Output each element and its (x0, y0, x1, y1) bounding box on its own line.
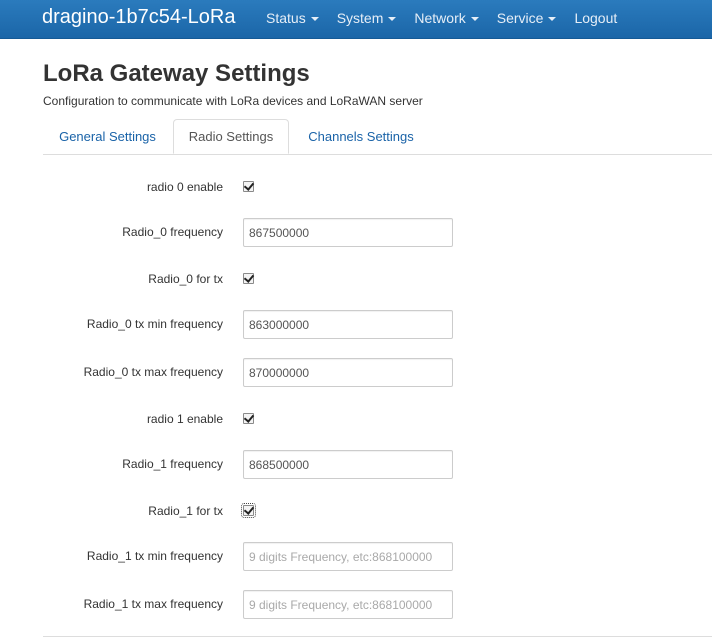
nav-item-label: Service (496, 10, 544, 26)
field-label: Radio_1 frequency (122, 457, 223, 471)
radio1-enable-checkbox[interactable] (243, 412, 255, 424)
nav-item-label: Logout (574, 10, 618, 26)
field-label: radio 1 enable (146, 412, 223, 426)
radio1-tx-max-input[interactable] (243, 590, 453, 619)
nav-item-label: Network (414, 10, 466, 26)
checkmark-icon (243, 504, 255, 515)
caret-down-icon (310, 16, 319, 21)
field-label: Radio_0 frequency (122, 225, 223, 239)
radio0-frequency-input[interactable] (243, 218, 453, 247)
page-description: Configuration to communicate with LoRa d… (43, 94, 423, 108)
nav-item-network[interactable]: Network (405, 0, 487, 36)
brand-title[interactable]: dragino-1b7c54-LoRa (42, 5, 235, 29)
nav-item-system[interactable]: System (328, 0, 406, 36)
field-label: Radio_0 for tx (148, 272, 223, 286)
tab-general-settings[interactable]: General Settings (43, 119, 172, 154)
field-label: Radio_1 tx min frequency (86, 549, 223, 563)
caret-down-icon (548, 16, 557, 21)
checkmark-icon (243, 272, 255, 283)
radio1-tx-min-input[interactable] (243, 542, 453, 571)
tab-radio-settings[interactable]: Radio Settings (173, 119, 289, 154)
field-label: Radio_1 for tx (148, 504, 223, 518)
checkmark-icon (243, 180, 255, 191)
top-navbar: dragino-1b7c54-LoRa Status System Networ… (0, 0, 712, 39)
nav-item-service[interactable]: Service (488, 0, 566, 36)
caret-down-icon (388, 16, 397, 21)
radio0-tx-checkbox[interactable] (243, 272, 255, 284)
nav-item-label: Status (266, 10, 306, 26)
checkmark-icon (243, 412, 255, 423)
nav-item-status[interactable]: Status (257, 0, 328, 36)
tab-channels-settings[interactable]: Channels Settings (290, 119, 432, 154)
radio1-tx-checkbox[interactable] (241, 503, 256, 518)
field-label: Radio_1 tx max frequency (83, 597, 223, 611)
radio0-enable-checkbox[interactable] (243, 180, 255, 192)
radio1-frequency-input[interactable] (243, 450, 453, 479)
field-label: radio 0 enable (146, 180, 223, 194)
tabs-divider (43, 154, 712, 155)
radio0-tx-min-input[interactable] (243, 310, 453, 339)
nav-item-logout[interactable]: Logout (565, 0, 626, 36)
section-divider (43, 636, 712, 637)
field-label: Radio_0 tx max frequency (83, 365, 223, 379)
nav-item-label: System (336, 10, 384, 26)
page-title: LoRa Gateway Settings (43, 60, 310, 87)
field-label: Radio_0 tx min frequency (86, 317, 223, 331)
caret-down-icon (470, 16, 479, 21)
nav-menu: Status System Network Service Logout (257, 0, 626, 36)
radio0-tx-max-input[interactable] (243, 358, 453, 387)
